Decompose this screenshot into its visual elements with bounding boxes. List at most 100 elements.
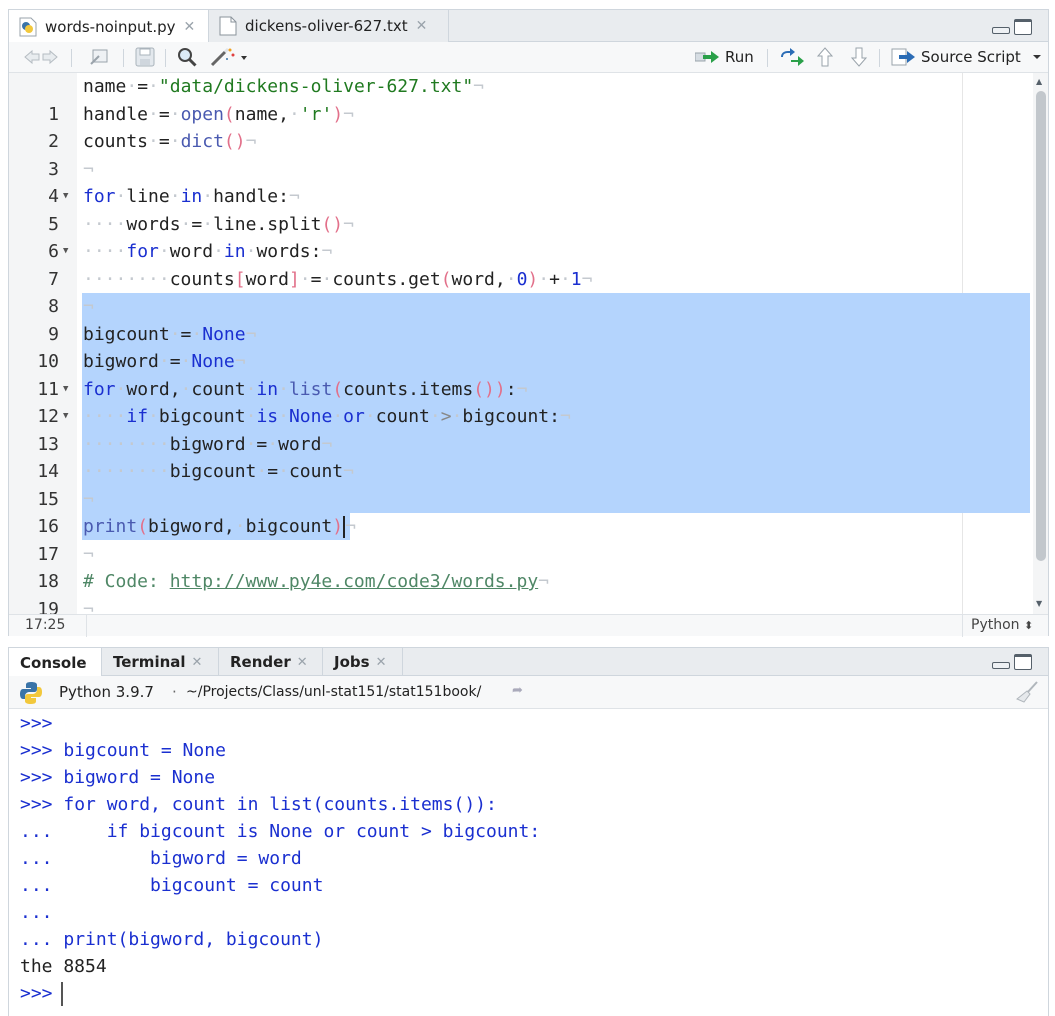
pane-controls [992, 19, 1032, 37]
code-text: ¬ [83, 488, 94, 510]
console-prompt: ... [20, 848, 53, 869]
console-info-bar: Python 3.9.7 · ~/Projects/Class/unl-stat… [9, 676, 1048, 709]
console-output[interactable]: >>> >>> bigcount = None >>> bigword = No… [9, 710, 1048, 1016]
clear-console-icon[interactable] [1015, 681, 1038, 703]
console-prompt: ... [20, 875, 53, 896]
python-file-icon [19, 17, 37, 37]
code-text: # Code: http://www.py4e.com/code3/words.… [83, 571, 550, 592]
code-text: ¬ [83, 296, 94, 317]
code-line: 16 ¬ [9, 486, 1033, 538]
close-icon[interactable]: ✕ [192, 655, 203, 670]
code-text: ····if·bigcount·is·None·or·count·>·bigco… [83, 406, 571, 427]
status-separator [962, 615, 963, 637]
close-icon[interactable]: ✕ [416, 18, 428, 34]
code-line: 10 bigcount·=·None¬ [9, 321, 1033, 373]
code-line: 4 ¬ [9, 156, 1033, 208]
console-line: ... bigcount = count [20, 872, 323, 899]
close-icon[interactable]: ✕ [184, 19, 196, 35]
maximize-pane-icon[interactable] [1014, 654, 1032, 670]
console-line: ... print(bigword, bigcount) [20, 926, 323, 953]
close-icon[interactable]: ✕ [297, 655, 308, 670]
editor-scrollbar[interactable]: ▲ ▼ [1033, 73, 1048, 614]
code-text: name·=·"data/dickens-oliver-627.txt"¬ [83, 76, 485, 97]
tab-label: Jobs [334, 653, 370, 671]
console-input-line[interactable]: >>> [20, 980, 63, 1007]
console-result: the 8854 [20, 956, 107, 977]
console-input: bigword = word [52, 848, 302, 869]
console-prompt: >>> [20, 983, 53, 1004]
code-text: ¬ [83, 158, 94, 180]
comment-text: # Code: [83, 571, 170, 592]
go-to-next-section-icon[interactable] [851, 47, 867, 67]
code-text: counts·=·dict()¬ [83, 131, 257, 152]
tab-words-noinput[interactable]: words-noinput.py ✕ [9, 10, 209, 43]
tab-label: words-noinput.py [45, 17, 176, 36]
tab-jobs[interactable]: Jobs ✕ [323, 648, 403, 676]
console-output-line: the 8854 [20, 953, 107, 980]
fold-toggle-icon[interactable]: ▼ [63, 238, 68, 266]
console-line: >>> for word, count in list(counts.items… [20, 791, 497, 818]
search-icon[interactable] [177, 47, 197, 67]
console-line: >>> bigword = None [20, 764, 215, 791]
python-version: Python 3.9.7 [59, 683, 154, 701]
maximize-pane-icon[interactable] [1014, 19, 1032, 35]
source-script-button[interactable]: Source Script [891, 47, 1045, 67]
toolbar-separator [767, 49, 768, 67]
go-to-directory-icon[interactable]: ➦ [512, 683, 523, 698]
code-text: ····for·word·in·words:¬ [83, 241, 333, 262]
code-line: 1 name·=·"data/dickens-oliver-627.txt"¬ [9, 73, 1033, 125]
back-arrow-icon[interactable] [23, 47, 59, 67]
code-tools-wand-icon[interactable] [209, 47, 249, 67]
console-prompt: >>> [20, 713, 53, 734]
source-script-label: Source Script [921, 48, 1021, 66]
code-text: for·line·in·handle:¬ [83, 186, 300, 207]
code-text: ········bigword·=·word¬ [83, 433, 333, 455]
show-in-window-icon[interactable] [89, 47, 111, 67]
pane-controls [992, 654, 1032, 672]
tab-label: dickens-oliver-627.txt [245, 17, 408, 35]
code-line: 8 ········counts[word]·=·counts.get(word… [9, 266, 1033, 318]
tab-label: Render [230, 653, 291, 671]
scrollbar-thumb[interactable] [1036, 91, 1046, 561]
fold-toggle-icon[interactable]: ▼ [63, 183, 68, 211]
cursor-position[interactable]: 17:25 [25, 617, 65, 633]
console-line: >>> [20, 710, 53, 737]
console-input: print(bigword, bigcount) [52, 929, 324, 950]
console-prompt: >>> [20, 740, 53, 761]
language-selector[interactable]: Python ⬍ [971, 617, 1033, 633]
code-line: 5 ▼ for·line·in·handle:¬ [9, 183, 1033, 235]
console-line: ... if bigcount is None or count > bigco… [20, 818, 540, 845]
toolbar-separator [879, 49, 880, 67]
editor-tabbar: words-noinput.py ✕ dickens-oliver-627.tx… [9, 10, 1048, 43]
console-tabbar: Console Terminal ✕ Render ✕ Jobs ✕ [9, 648, 1048, 677]
fold-toggle-icon[interactable]: ▼ [63, 403, 68, 431]
comment-url[interactable]: http://www.py4e.com/code3/words.py [170, 571, 538, 592]
console-pane: Console Terminal ✕ Render ✕ Jobs ✕ Python 3… [8, 647, 1049, 1016]
go-to-previous-section-icon[interactable] [817, 47, 833, 67]
code-line: 14 ········bigword·=·word¬ [9, 431, 1033, 483]
tab-console[interactable]: Console [9, 648, 102, 677]
close-icon[interactable]: ✕ [376, 655, 387, 670]
editor-toolbar: Run Source Script [9, 42, 1048, 73]
tab-dickens-oliver[interactable]: dickens-oliver-627.txt ✕ [209, 10, 449, 42]
code-line: 12 ▼ for·word,·count·in·list(counts.item… [9, 376, 1033, 428]
tab-render[interactable]: Render ✕ [219, 648, 323, 676]
editor-statusbar: 17:25 Python ⬍ [9, 614, 1048, 637]
tab-label: Terminal [113, 653, 186, 671]
fold-toggle-icon[interactable]: ▼ [63, 376, 68, 404]
minimize-pane-icon[interactable] [992, 27, 1010, 34]
minimize-pane-icon[interactable] [992, 662, 1010, 669]
run-button[interactable]: Run [695, 47, 754, 67]
code-line: 17 print(bigword,·bigcount) ¬ [9, 513, 1033, 565]
python-logo-icon [19, 681, 43, 709]
code-line: 20 ¬ [9, 596, 1033, 615]
chevron-down-icon[interactable] [1029, 52, 1045, 62]
up-down-icon: ⬍ [1023, 619, 1034, 632]
scroll-down-icon[interactable]: ▼ [1036, 599, 1042, 608]
scroll-up-icon[interactable]: ▲ [1036, 77, 1042, 86]
code-editor[interactable]: 1 name·=·"data/dickens-oliver-627.txt"¬ … [9, 73, 1033, 614]
tab-terminal[interactable]: Terminal ✕ [102, 648, 219, 676]
code-text: ····words·=·line.split()¬ [83, 213, 354, 235]
save-icon[interactable] [135, 47, 155, 67]
rerun-icon[interactable] [779, 47, 805, 67]
